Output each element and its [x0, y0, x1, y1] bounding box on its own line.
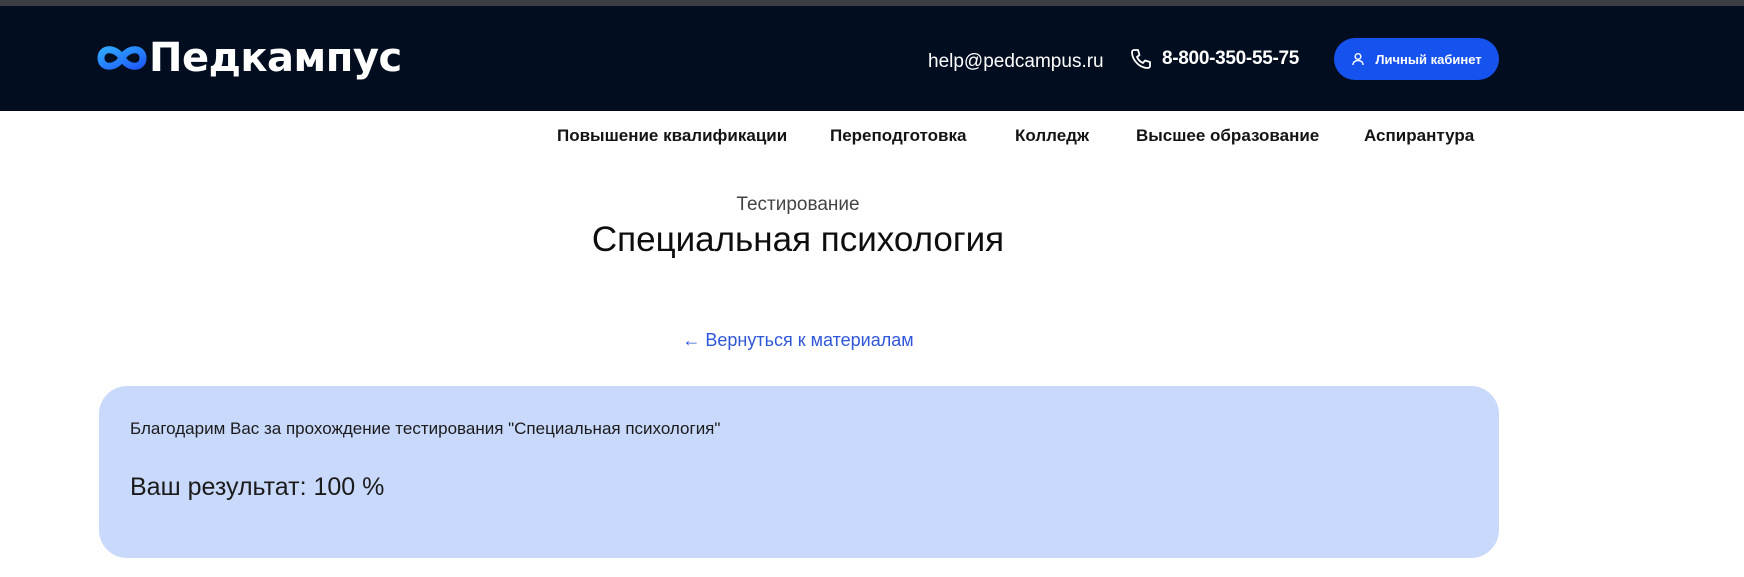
- personal-cabinet-button[interactable]: Личный кабинет: [1334, 38, 1499, 80]
- back-to-materials-link[interactable]: ← Вернуться к материалам: [0, 328, 1596, 352]
- user-icon: [1352, 53, 1365, 66]
- thanks-message: Благодарим Вас за прохождение тестирован…: [130, 419, 721, 438]
- phone-icon: [1131, 49, 1151, 69]
- result-score: Ваш результат: 100 %: [130, 473, 385, 501]
- phone-number: 8-800-350-55-75: [1162, 48, 1300, 69]
- logo-text: Педкампус: [149, 35, 402, 81]
- page-title: Специальная психология: [591, 220, 1005, 259]
- nav-item-postgraduate[interactable]: Аспирантура: [1364, 124, 1474, 148]
- site-header: Педкампус help@pedcampus.ru 8-800-350-55…: [0, 6, 1744, 111]
- infinity-logo-icon: [97, 46, 147, 70]
- nav-item-college[interactable]: Колледж: [1015, 124, 1089, 148]
- support-email-link[interactable]: help@pedcampus.ru: [928, 50, 1104, 74]
- nav-item-qualification[interactable]: Повышение квалификации: [557, 124, 787, 148]
- nav-item-retraining[interactable]: Переподготовка: [830, 124, 966, 148]
- test-result-card: Благодарим Вас за прохождение тестирован…: [99, 386, 1499, 558]
- personal-cabinet-label: Личный кабинет: [1375, 51, 1482, 67]
- logo-link[interactable]: Педкампус: [97, 36, 402, 80]
- page-subtitle: Тестирование: [736, 194, 860, 215]
- main-navigation: Повышение квалификации Переподготовка Ко…: [0, 124, 1744, 148]
- phone-link[interactable]: 8-800-350-55-75: [1129, 47, 1299, 71]
- nav-item-higher-education[interactable]: Высшее образование: [1136, 124, 1319, 148]
